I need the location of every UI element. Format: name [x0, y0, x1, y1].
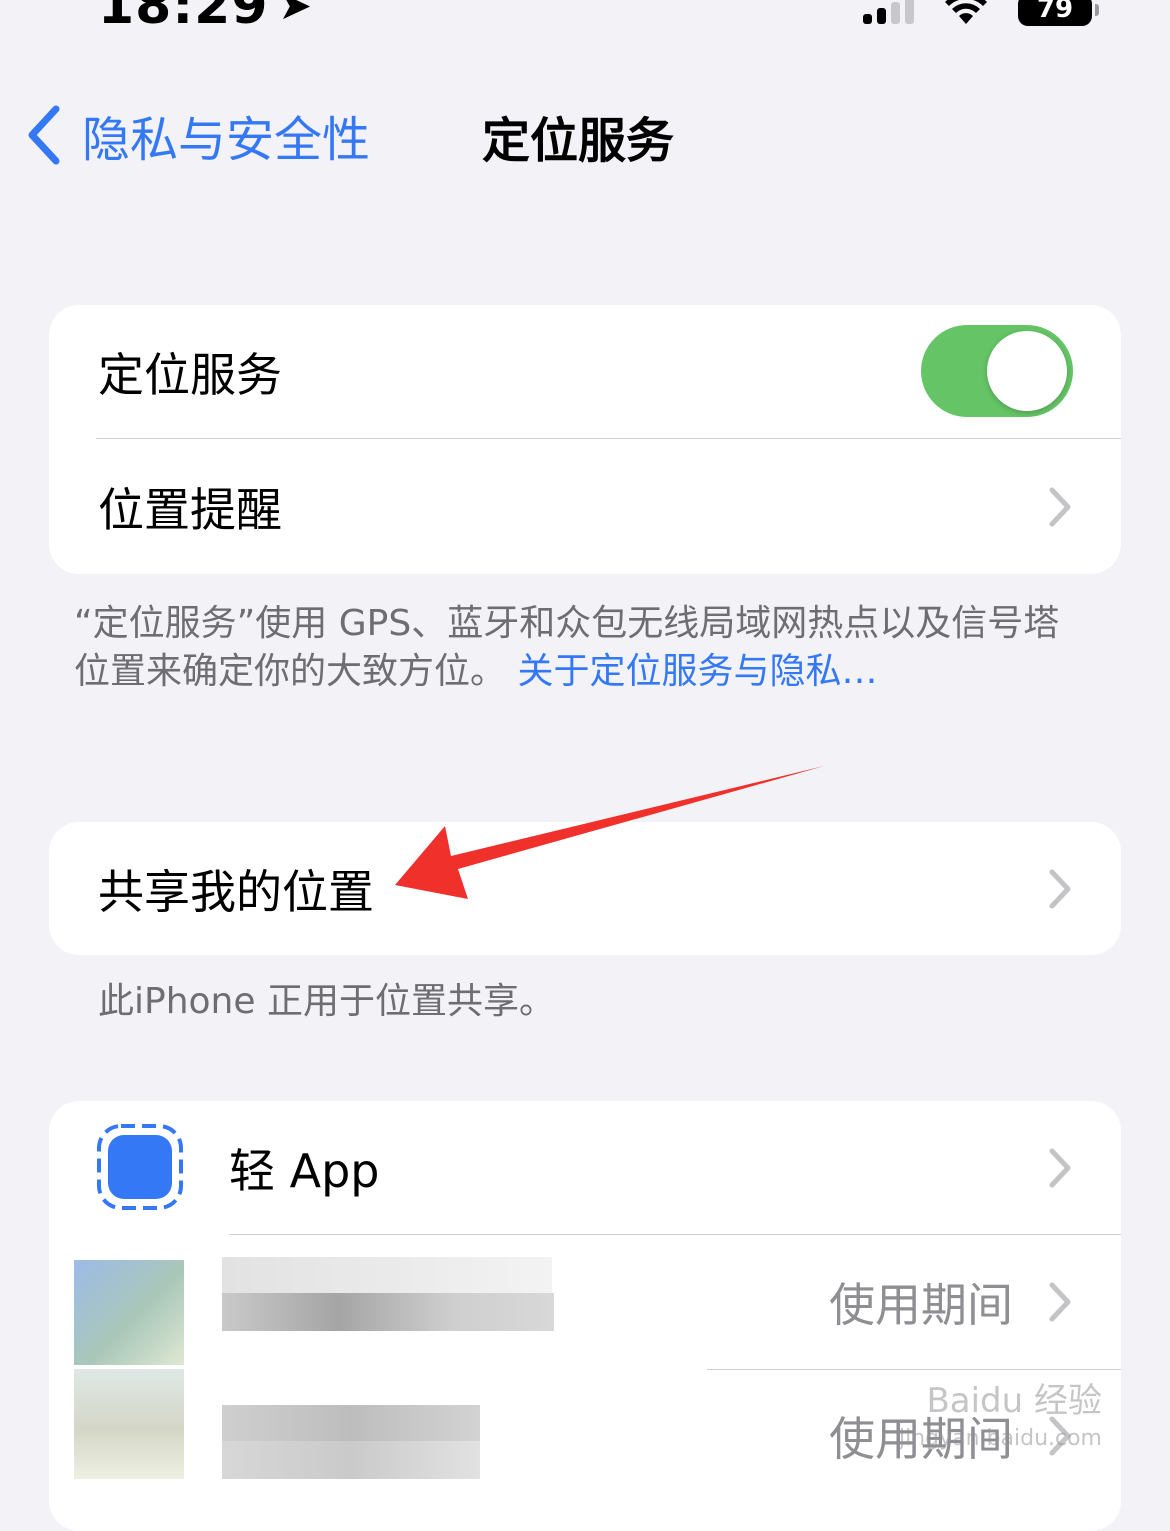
location-alerts-label: 位置提醒	[98, 482, 282, 537]
app-subtitle-blurred	[222, 1441, 480, 1479]
chevron-right-icon	[1049, 1148, 1071, 1188]
location-alerts-row[interactable]: 位置提醒	[49, 439, 1121, 574]
page-title: 定位服务	[482, 113, 675, 169]
status-indicators: 79	[863, 0, 1099, 26]
app-list-card: 轻 App 使用期间 使用期间	[49, 1101, 1121, 1531]
share-my-location-row[interactable]: 共享我的位置	[49, 822, 1121, 955]
location-arrow-icon: ➤	[278, 0, 314, 29]
app-subtitle-blurred	[222, 1293, 554, 1331]
location-settings-card: 定位服务 位置提醒	[49, 305, 1121, 574]
share-my-location-label: 共享我的位置	[98, 864, 374, 919]
status-time: 18:29 ➤	[98, 0, 313, 36]
baidu-watermark: Baidu 经验 jingyan.baidu.com	[899, 1382, 1102, 1458]
share-location-footer: 此iPhone 正用于位置共享。	[98, 981, 555, 1022]
status-time-text: 18:29	[98, 0, 269, 36]
app-row[interactable]: 轻 App	[49, 1101, 1121, 1235]
location-services-row: 定位服务	[49, 305, 1121, 439]
share-location-card: 共享我的位置	[49, 822, 1121, 955]
location-services-label: 定位服务	[98, 348, 282, 402]
chevron-left-icon	[28, 105, 60, 165]
location-services-toggle[interactable]	[921, 325, 1073, 417]
cellular-signal-icon	[863, 0, 914, 24]
back-button-label: 隐私与安全性	[82, 112, 371, 168]
app-name-blurred	[222, 1257, 552, 1295]
toggle-knob	[987, 331, 1067, 411]
battery-level: 79	[1036, 0, 1074, 24]
chevron-right-icon	[1049, 1282, 1071, 1322]
location-services-footer: “定位服务”使用 GPS、蓝牙和众包无线局域网热点以及信号塔位置来确定你的大致方…	[74, 600, 1084, 696]
back-button[interactable]: 隐私与安全性	[26, 100, 370, 170]
permission-detail: 使用期间	[829, 1278, 1013, 1332]
app-name-blurred	[222, 1405, 480, 1443]
watermark-brand: Baidu 经验	[926, 1381, 1102, 1421]
chevron-right-icon	[1049, 487, 1071, 527]
battery-icon: 79	[1018, 0, 1099, 26]
wifi-icon	[945, 0, 987, 24]
app-clip-icon	[97, 1124, 183, 1210]
chevron-right-icon	[1049, 869, 1071, 909]
privacy-info-link[interactable]: 关于定位服务与隐私…	[517, 651, 877, 692]
app-row[interactable]: 使用期间	[49, 1235, 1121, 1369]
app-icon-blurred	[74, 1260, 184, 1365]
watermark-url: jingyan.baidu.com	[898, 1426, 1102, 1451]
app-name: 轻 App	[229, 1144, 380, 1198]
app-icon-blurred	[74, 1369, 184, 1479]
